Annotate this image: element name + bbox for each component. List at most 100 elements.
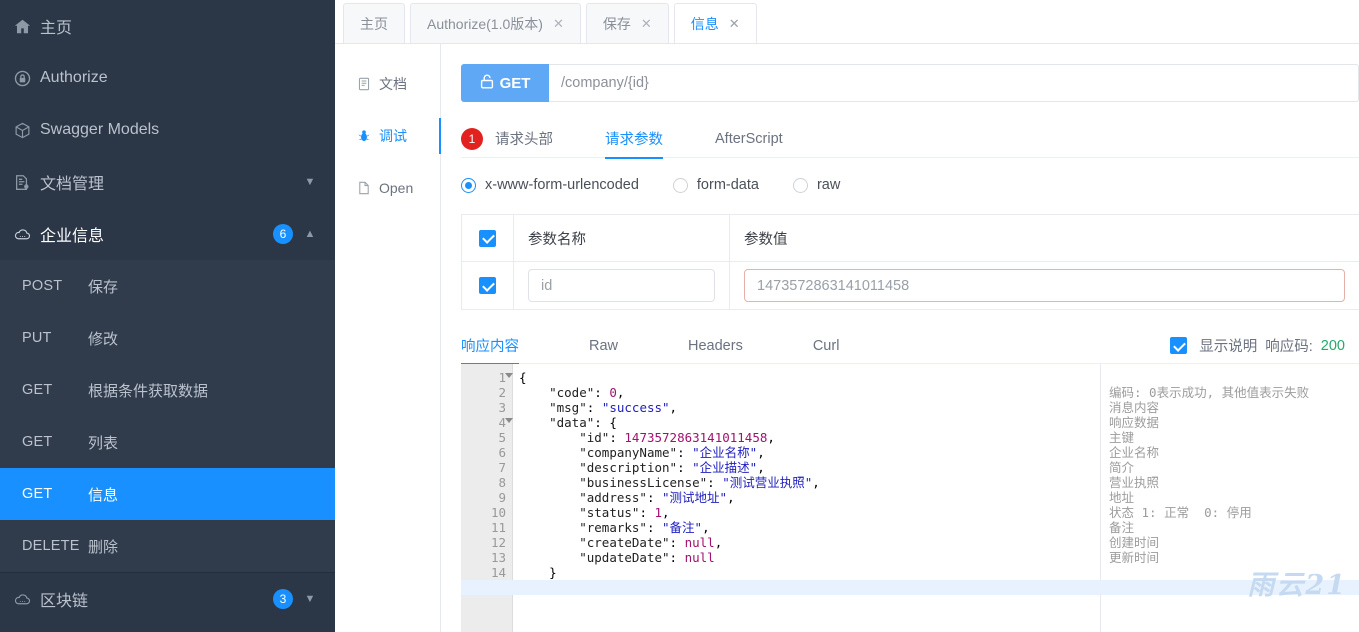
select-all-cell[interactable] (462, 215, 514, 261)
row-checkbox[interactable] (479, 277, 496, 294)
param-table-header: 参数名称 参数值 (462, 215, 1359, 262)
sidebar-submenu: POST 保存 PUT 修改 GET 根据条件获取数据 GET 列表 GET 信息 DELETE 删除 (0, 260, 335, 572)
fold-arrow-icon[interactable] (505, 373, 513, 378)
line-number: 1 (461, 370, 513, 385)
param-name-input[interactable]: id (528, 269, 715, 302)
request-tab-2[interactable]: 请求参数 (605, 120, 663, 159)
sidebar-api-get-4[interactable]: GET 列表 (0, 416, 335, 468)
annotation-line: 主键 (1109, 430, 1135, 445)
request-tab-3[interactable]: AfterScript (715, 120, 783, 158)
url-text: /company/{id} (561, 75, 649, 91)
response-tab-4[interactable]: Curl (813, 328, 840, 364)
sidebar-api-get-3[interactable]: GET 根据条件获取数据 (0, 364, 335, 416)
body-type-radio-3[interactable]: raw (792, 177, 840, 193)
vmenu-item-3[interactable]: Open (335, 162, 440, 214)
api-method: GET (22, 486, 53, 502)
tab-label: 保存 (602, 15, 631, 32)
body-type-radio-1[interactable]: x-www-form-urlencoded (461, 177, 639, 193)
code-line: "companyName": "企业名称", (579, 445, 765, 460)
body-type-radio-2[interactable]: form-data (672, 177, 759, 193)
sidebar-item-label: Swagger Models (40, 121, 160, 138)
cloud-icon (14, 226, 40, 243)
response-tab-2[interactable]: Raw (589, 328, 618, 364)
sidebar-item-blockchain[interactable]: 区块链 3 ▼ (0, 573, 335, 625)
api-method: GET (22, 434, 53, 450)
chevron-down-icon[interactable]: ▼ (303, 592, 317, 606)
vmenu-item-2[interactable]: 调试 (335, 110, 441, 162)
line-number: 7 (498, 460, 506, 475)
response-tab-label: Headers (688, 337, 743, 354)
sidebar-api-delete-6[interactable]: DELETE 删除 (0, 520, 335, 572)
sidebar-api-post-1[interactable]: POST 保存 (0, 260, 335, 312)
sidebar-api-put-2[interactable]: PUT 修改 (0, 312, 335, 364)
annotation-line: 备注 (1109, 520, 1135, 535)
sidebar-item-label: 企业信息 (40, 228, 105, 245)
request-tabs: 1 请求头部 请求参数 AfterScript (461, 120, 1359, 159)
fold-arrow-icon[interactable] (505, 418, 513, 423)
code-line: } (519, 565, 557, 580)
tab-1[interactable]: 主页 (343, 3, 405, 43)
vmenu-item-1[interactable]: 文档 (335, 58, 440, 110)
close-icon[interactable]: ✕ (729, 17, 740, 30)
row-select-cell[interactable] (462, 262, 514, 309)
api-method: POST (22, 278, 63, 294)
tab-2[interactable]: Authorize(1.0版本) ✕ (410, 3, 581, 43)
api-name: 列表 (88, 434, 119, 452)
param-table: 参数名称 参数值 id 1473572863141011458 (461, 214, 1359, 310)
code-line: "data": { (549, 415, 617, 430)
sidebar-item-badge: 3 (273, 589, 293, 609)
line-number: 9 (498, 490, 506, 505)
sidebar-api-get-5[interactable]: GET 信息 (0, 468, 335, 520)
tab-label: 信息 (690, 15, 719, 32)
url-input[interactable]: /company/{id} (549, 64, 1359, 102)
annotation-spacer (1109, 370, 1359, 385)
line-number: 14 (490, 565, 506, 580)
annotation-line: 响应数据 (1109, 415, 1160, 430)
lock-icon (14, 70, 40, 87)
tab-4[interactable]: 信息 ✕ (673, 3, 757, 43)
response-tab-3[interactable]: Headers (688, 328, 743, 364)
line-number: 11 (490, 520, 506, 535)
main-area: 主页 Authorize(1.0版本) ✕ 保存 ✕ 信息 ✕ 文档 调试 Open GET (335, 0, 1359, 632)
annotation-line: 更新时间 (1109, 550, 1160, 565)
status-label: 响应码: (1265, 339, 1313, 355)
tab-3[interactable]: 保存 ✕ (585, 3, 669, 43)
radio-dot (672, 177, 688, 193)
code-line: "createDate": null, (579, 535, 723, 550)
code-line: "msg": "success", (549, 400, 678, 415)
method-button[interactable]: GET (461, 64, 549, 102)
code-line: "updateDate": null (579, 550, 715, 565)
api-method: DELETE (22, 538, 80, 554)
api-method: GET (22, 382, 53, 398)
annotation-line: 状态 1: 正常 0: 停用 (1109, 505, 1252, 520)
sidebar-item-1[interactable]: 主页 (0, 0, 335, 52)
body-type-label: x-www-form-urlencoded (485, 177, 639, 193)
param-value-input[interactable]: 1473572863141011458 (744, 269, 1345, 302)
close-icon[interactable]: ✕ (553, 17, 564, 30)
cloud-icon (14, 591, 40, 608)
response-tab-1[interactable]: 响应内容 (461, 328, 519, 365)
document-icon (357, 77, 379, 91)
sidebar-item-5[interactable]: 企业信息 6 ▲ (0, 208, 335, 260)
chevron-up-icon[interactable]: ▲ (303, 227, 317, 241)
show-desc-checkbox[interactable] (1170, 337, 1188, 354)
sidebar-item-4[interactable]: 文档管理 ▼ (0, 156, 335, 208)
sidebar-item-label: 主页 (40, 20, 73, 37)
code-line: "address": "测试地址", (579, 490, 735, 505)
file-icon (357, 181, 379, 195)
close-icon[interactable]: ✕ (641, 17, 652, 30)
unlock-icon (480, 74, 494, 93)
sidebar-item-2[interactable]: Authorize (0, 52, 335, 104)
sidebar-item-3[interactable]: Swagger Models (0, 104, 335, 156)
api-name: 删除 (88, 538, 119, 556)
chevron-down-icon[interactable]: ▼ (303, 175, 317, 189)
vertical-menu: 文档 调试 Open (335, 44, 441, 632)
api-name: 修改 (88, 330, 119, 348)
sidebar-item-label: 文档管理 (40, 176, 105, 193)
content-body: 文档 调试 Open GET /company/{id} 1 请求头部 请求参数… (335, 44, 1359, 632)
code-line: "businessLicense": "测试营业执照", (579, 475, 820, 490)
select-all-checkbox[interactable] (479, 229, 496, 247)
annotation-line: 简介 (1109, 460, 1135, 475)
request-tab-1[interactable]: 1 请求头部 (461, 120, 553, 158)
response-body-area: 123456789101112131415 { "code": 0, "msg"… (461, 364, 1359, 632)
